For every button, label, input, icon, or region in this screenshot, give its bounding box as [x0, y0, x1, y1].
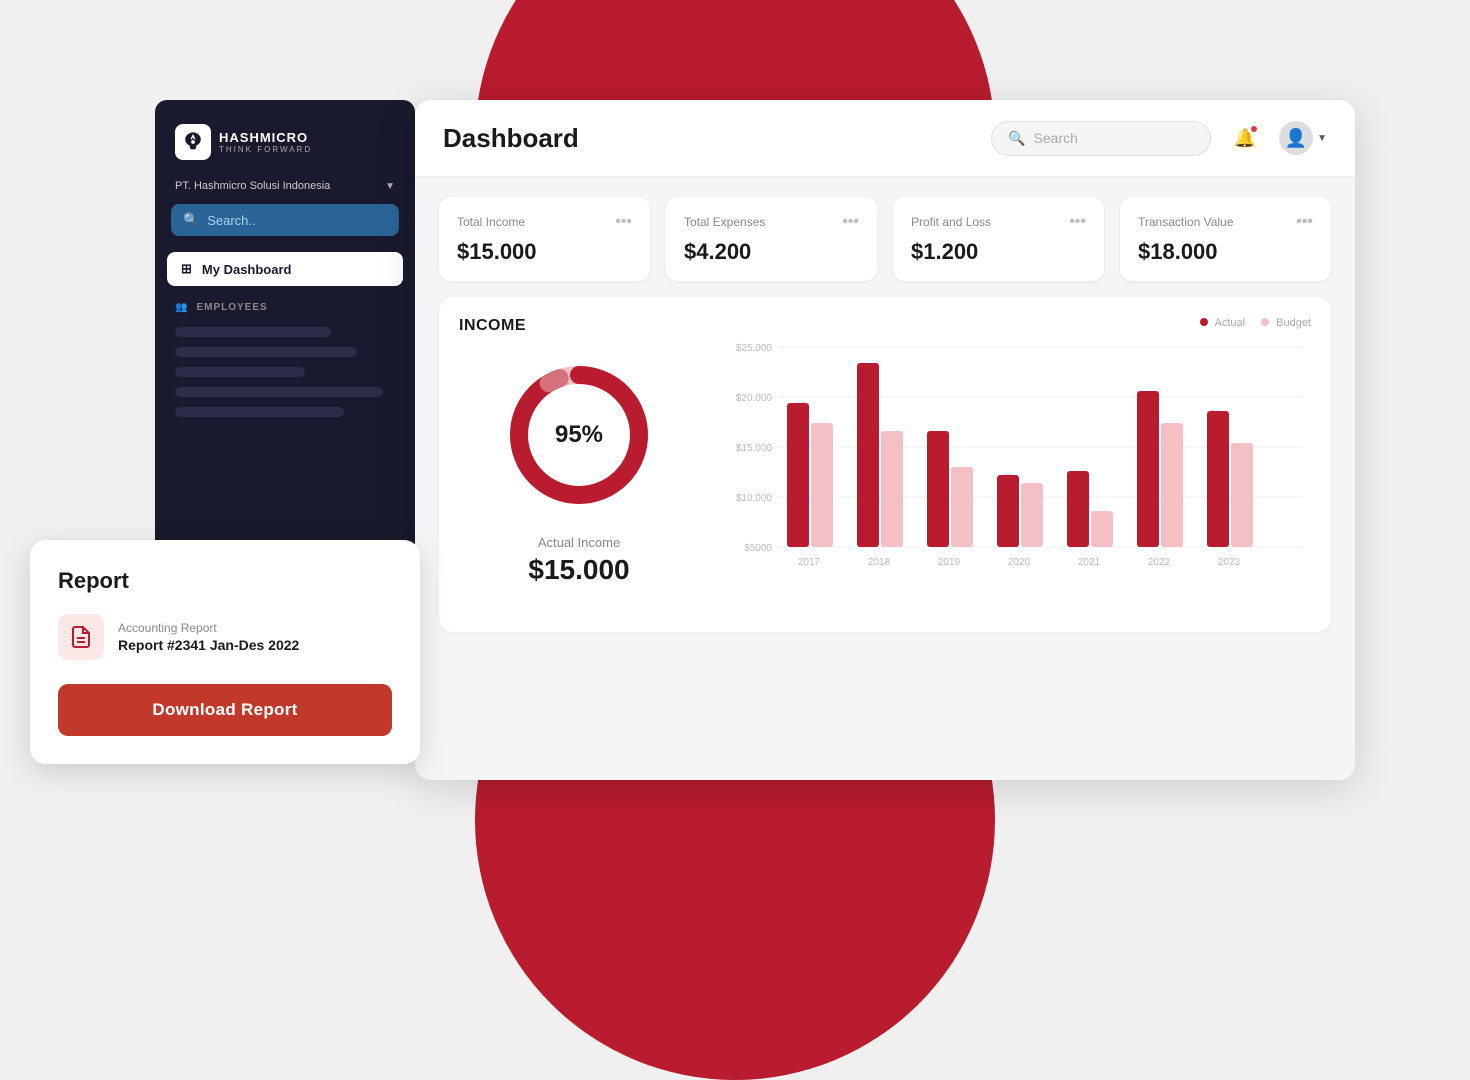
sidebar-search-box[interactable]: 🔍	[171, 204, 399, 236]
legend-actual-dot	[1200, 318, 1208, 326]
stat-label-transaction: Transaction Value	[1138, 215, 1233, 229]
sidebar-skeleton-2	[175, 347, 357, 357]
report-item-details: Accounting Report Report #2341 Jan-Des 2…	[118, 621, 299, 653]
stat-card-expenses: Total Expenses ••• $4.200	[666, 197, 877, 281]
svg-text:2022: 2022	[1148, 557, 1171, 568]
report-file-icon	[58, 614, 104, 660]
notification-bell[interactable]: 🔔	[1227, 120, 1263, 156]
income-right: Actual Budget $25.000 $20.000 $15.000	[723, 317, 1311, 612]
stat-value-expenses: $4.200	[684, 239, 859, 265]
bar-chart-svg: $25.000 $20.000 $15.000 $10.000 $5000	[723, 337, 1311, 607]
notification-dot	[1251, 126, 1257, 132]
income-section: INCOME 95% Actual Income $15.000	[439, 297, 1331, 632]
sidebar-skeleton-3	[175, 367, 305, 377]
stat-dots-income[interactable]: •••	[615, 213, 632, 231]
header-search-icon: 🔍	[1008, 130, 1025, 147]
page-title: Dashboard	[443, 123, 579, 154]
report-item-label: Accounting Report	[118, 621, 299, 635]
actual-income-value: $15.000	[528, 554, 629, 586]
sidebar-skeleton-5	[175, 407, 344, 417]
logo-icon	[175, 124, 211, 160]
company-name: PT. Hashmicro Solusi Indonesia	[175, 180, 330, 192]
avatar-dropdown-icon: ▼	[1317, 133, 1327, 144]
stat-dots-profit[interactable]: •••	[1069, 213, 1086, 231]
svg-text:2018: 2018	[868, 557, 891, 568]
avatar: 👤	[1279, 121, 1313, 155]
svg-text:2019: 2019	[938, 557, 961, 568]
stat-label-income: Total Income	[457, 215, 525, 229]
main-header: Dashboard 🔍 🔔 👤 ▼	[415, 100, 1355, 177]
svg-text:$25.000: $25.000	[736, 343, 773, 354]
sidebar-company[interactable]: PT. Hashmicro Solusi Indonesia ▼	[155, 176, 415, 204]
income-title: INCOME	[459, 317, 526, 335]
company-dropdown-icon: ▼	[385, 181, 395, 192]
stat-value-transaction: $18.000	[1138, 239, 1313, 265]
svg-text:$5000: $5000	[744, 543, 772, 554]
sidebar-item-label: My Dashboard	[202, 262, 292, 277]
header-search-input[interactable]	[1034, 130, 1195, 146]
header-actions: 🔍 🔔 👤 ▼	[991, 120, 1327, 156]
stat-card-transaction: Transaction Value ••• $18.000	[1120, 197, 1331, 281]
download-report-button[interactable]: Download Report	[58, 684, 392, 736]
sidebar-item-dashboard[interactable]: ⊞ My Dashboard	[167, 252, 403, 286]
main-panel: Dashboard 🔍 🔔 👤 ▼ Total Income •••	[415, 100, 1355, 780]
stat-value-income: $15.000	[457, 239, 632, 265]
stat-card-income: Total Income ••• $15.000	[439, 197, 650, 281]
sidebar-section-employees: 👥 EMPLOYEES	[155, 290, 415, 321]
stats-row: Total Income ••• $15.000 Total Expenses …	[415, 177, 1355, 297]
stat-label-profit: Profit and Loss	[911, 215, 991, 229]
stat-dots-expenses[interactable]: •••	[842, 213, 859, 231]
employees-group-icon: 👥	[175, 302, 188, 313]
chart-legend: Actual Budget	[723, 317, 1311, 329]
income-left: INCOME 95% Actual Income $15.000	[459, 317, 699, 612]
sidebar-search-icon: 🔍	[183, 212, 199, 228]
svg-text:$20.000: $20.000	[736, 393, 773, 404]
dashboard-icon: ⊞	[181, 261, 192, 277]
svg-text:2023: 2023	[1218, 557, 1241, 568]
stat-card-profit: Profit and Loss ••• $1.200	[893, 197, 1104, 281]
sidebar-skeleton-4	[175, 387, 383, 397]
donut-chart: 95%	[499, 355, 659, 515]
report-card: Report Accounting Report Report #2341 Ja…	[30, 540, 420, 764]
donut-percent: 95%	[555, 421, 603, 449]
svg-text:2017: 2017	[798, 557, 821, 568]
actual-income-label: Actual Income	[538, 535, 620, 550]
legend-actual: Actual	[1200, 317, 1245, 329]
sidebar-logo: HASHMICRO THINK FORWARD	[155, 100, 415, 176]
header-search-box[interactable]: 🔍	[991, 121, 1211, 156]
svg-text:$10.000: $10.000	[736, 493, 773, 504]
svg-text:$15.000: $15.000	[736, 443, 773, 454]
stat-label-expenses: Total Expenses	[684, 215, 765, 229]
user-menu[interactable]: 👤 ▼	[1279, 121, 1327, 155]
sidebar-skeleton-1	[175, 327, 331, 337]
logo-text: HASHMICRO THINK FORWARD	[219, 130, 312, 154]
legend-budget-dot	[1261, 318, 1269, 326]
stat-value-profit: $1.200	[911, 239, 1086, 265]
svg-text:2020: 2020	[1008, 557, 1031, 568]
stat-dots-transaction[interactable]: •••	[1296, 213, 1313, 231]
svg-text:2021: 2021	[1078, 557, 1101, 568]
report-item: Accounting Report Report #2341 Jan-Des 2…	[58, 614, 392, 660]
report-card-title: Report	[58, 568, 392, 594]
sidebar-search-input[interactable]	[207, 213, 387, 228]
report-item-name: Report #2341 Jan-Des 2022	[118, 637, 299, 653]
legend-budget: Budget	[1261, 317, 1311, 329]
